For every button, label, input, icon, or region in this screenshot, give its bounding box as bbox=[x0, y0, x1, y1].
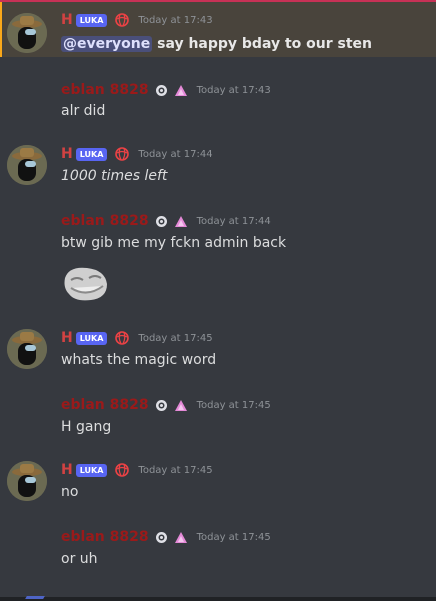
booster-icon bbox=[174, 215, 188, 228]
username[interactable]: H bbox=[61, 146, 73, 162]
avatar[interactable] bbox=[7, 145, 47, 185]
message-header: eblan 8828 Today at 17:45 bbox=[61, 529, 271, 545]
username[interactable]: eblan 8828 bbox=[61, 82, 149, 98]
globe-icon bbox=[115, 13, 130, 27]
avatar[interactable] bbox=[7, 13, 47, 53]
username[interactable]: H bbox=[61, 462, 73, 478]
message-text: H gang bbox=[61, 419, 112, 435]
message-text: whats the magic word bbox=[61, 352, 217, 368]
message-text: 1000 times left bbox=[61, 168, 168, 184]
trollface-emoji[interactable] bbox=[61, 264, 109, 304]
username[interactable]: H bbox=[61, 12, 73, 28]
message-header: eblan 8828 Today at 17:45 bbox=[61, 397, 271, 413]
message-text: no bbox=[61, 484, 79, 500]
booster-icon bbox=[174, 399, 188, 412]
message-content: @everyone say happy bday to our sten bbox=[61, 35, 372, 53]
everyone-mention[interactable]: @everyone bbox=[61, 36, 153, 52]
nitro-badge-icon bbox=[155, 531, 168, 544]
nitro-badge-icon bbox=[155, 215, 168, 228]
avatar[interactable] bbox=[7, 461, 47, 501]
message-text: alr did bbox=[61, 103, 106, 119]
timestamp[interactable]: Today at 17:45 bbox=[138, 333, 212, 344]
timestamp[interactable]: Today at 17:44 bbox=[138, 149, 212, 160]
role-tag: LUKA bbox=[75, 13, 108, 27]
role-tag: LUKA bbox=[75, 331, 108, 345]
timestamp[interactable]: Today at 17:45 bbox=[197, 532, 271, 543]
role-tag: LUKA bbox=[75, 147, 108, 161]
username[interactable]: eblan 8828 bbox=[61, 213, 149, 229]
globe-icon bbox=[115, 331, 130, 345]
nitro-badge-icon bbox=[155, 84, 168, 97]
timestamp[interactable]: Today at 17:43 bbox=[138, 15, 212, 26]
message-header: H LUKA Today at 17:45 bbox=[61, 330, 213, 346]
username[interactable]: H bbox=[61, 330, 73, 346]
message-text: say happy bday to our sten bbox=[152, 36, 373, 52]
globe-icon bbox=[115, 147, 130, 161]
message-text: or uh bbox=[61, 551, 98, 567]
username[interactable]: eblan 8828 bbox=[61, 397, 149, 413]
chat-bottom-edge bbox=[0, 597, 436, 601]
timestamp[interactable]: Today at 17:45 bbox=[138, 465, 212, 476]
message-header: eblan 8828 Today at 17:43 bbox=[61, 82, 271, 98]
message-header: eblan 8828 Today at 17:44 bbox=[61, 213, 271, 229]
nitro-badge-icon bbox=[155, 399, 168, 412]
timestamp[interactable]: Today at 17:45 bbox=[197, 400, 271, 411]
booster-icon bbox=[174, 84, 188, 97]
message-header: H LUKA Today at 17:45 bbox=[61, 462, 213, 478]
globe-icon bbox=[115, 463, 130, 477]
mention-highlight-bar bbox=[0, 2, 2, 57]
message-text: btw gib me my fckn admin back bbox=[61, 235, 287, 251]
timestamp[interactable]: Today at 17:43 bbox=[197, 85, 271, 96]
timestamp[interactable]: Today at 17:44 bbox=[197, 216, 271, 227]
avatar[interactable] bbox=[7, 329, 47, 369]
message-header: H LUKA Today at 17:44 bbox=[61, 146, 213, 162]
role-tag: LUKA bbox=[75, 463, 108, 477]
booster-icon bbox=[174, 531, 188, 544]
message-header: H LUKA Today at 17:43 bbox=[61, 12, 213, 28]
username[interactable]: eblan 8828 bbox=[61, 529, 149, 545]
scroll-indicator bbox=[25, 596, 45, 599]
